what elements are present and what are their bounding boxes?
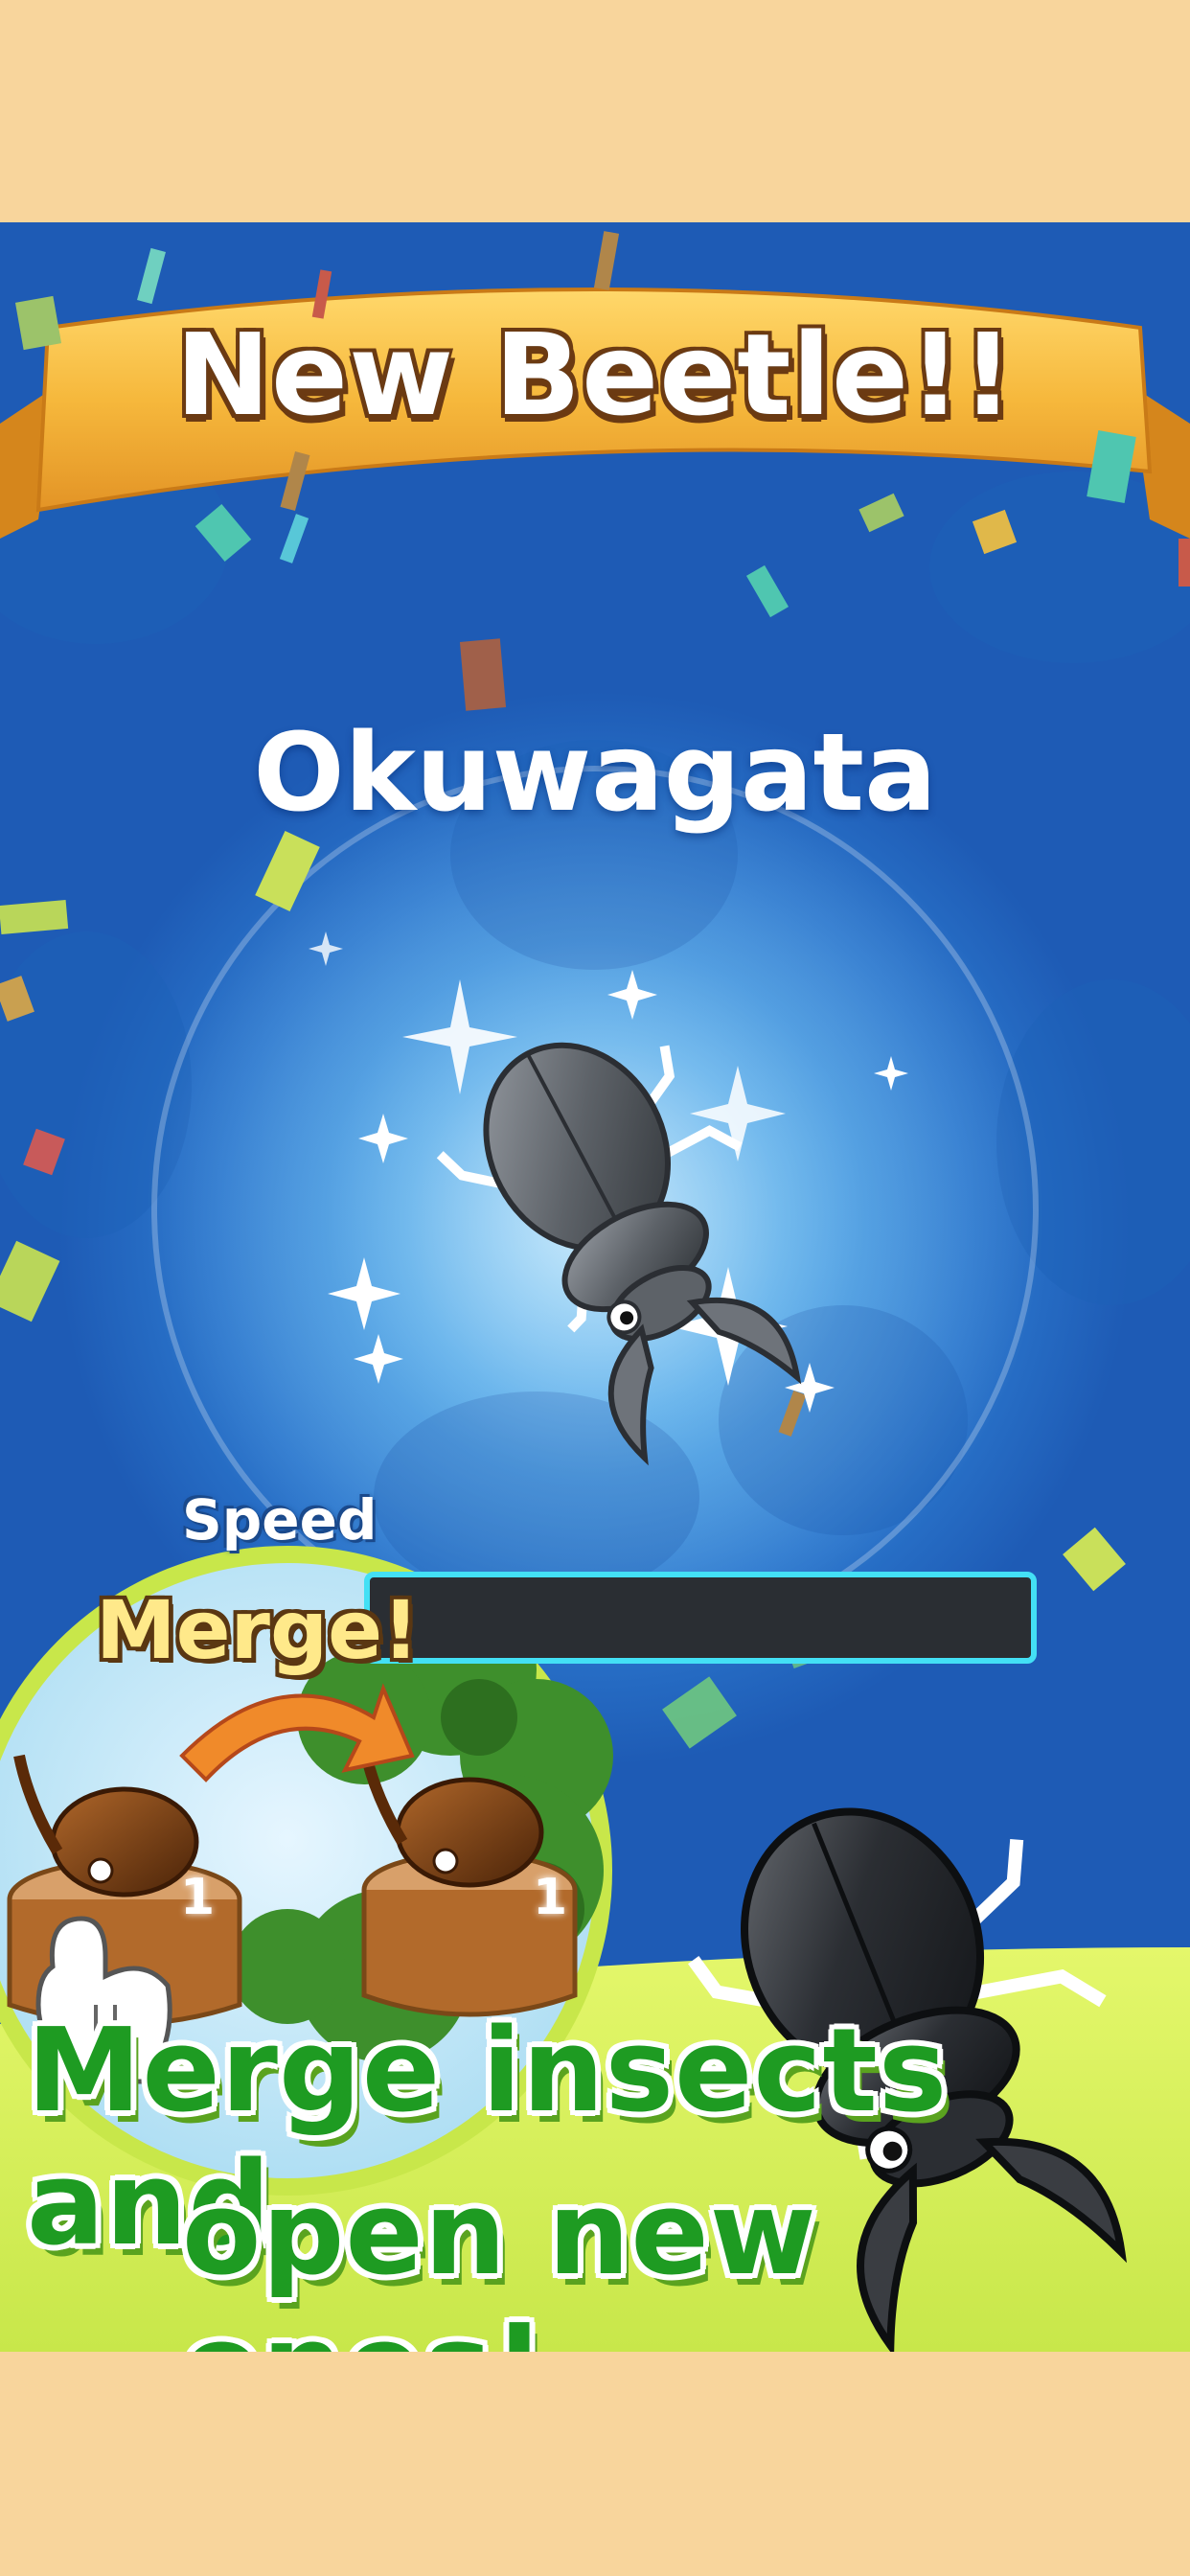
stump-count-left: 1 <box>180 1869 216 1926</box>
speed-bar <box>364 1572 1037 1664</box>
game-scene: New Beetle!! Okuwagata Speed Merge! 1 1 … <box>0 222 1190 2352</box>
merge-label: Merge! <box>96 1583 420 1677</box>
caption-line-2: open new ones! <box>182 2168 817 2352</box>
banner-title: New Beetle!! <box>175 309 1015 441</box>
speed-label: Speed <box>182 1487 378 1552</box>
stump-count-right: 1 <box>533 1869 568 1926</box>
beetle-name: Okuwagata <box>253 711 937 836</box>
